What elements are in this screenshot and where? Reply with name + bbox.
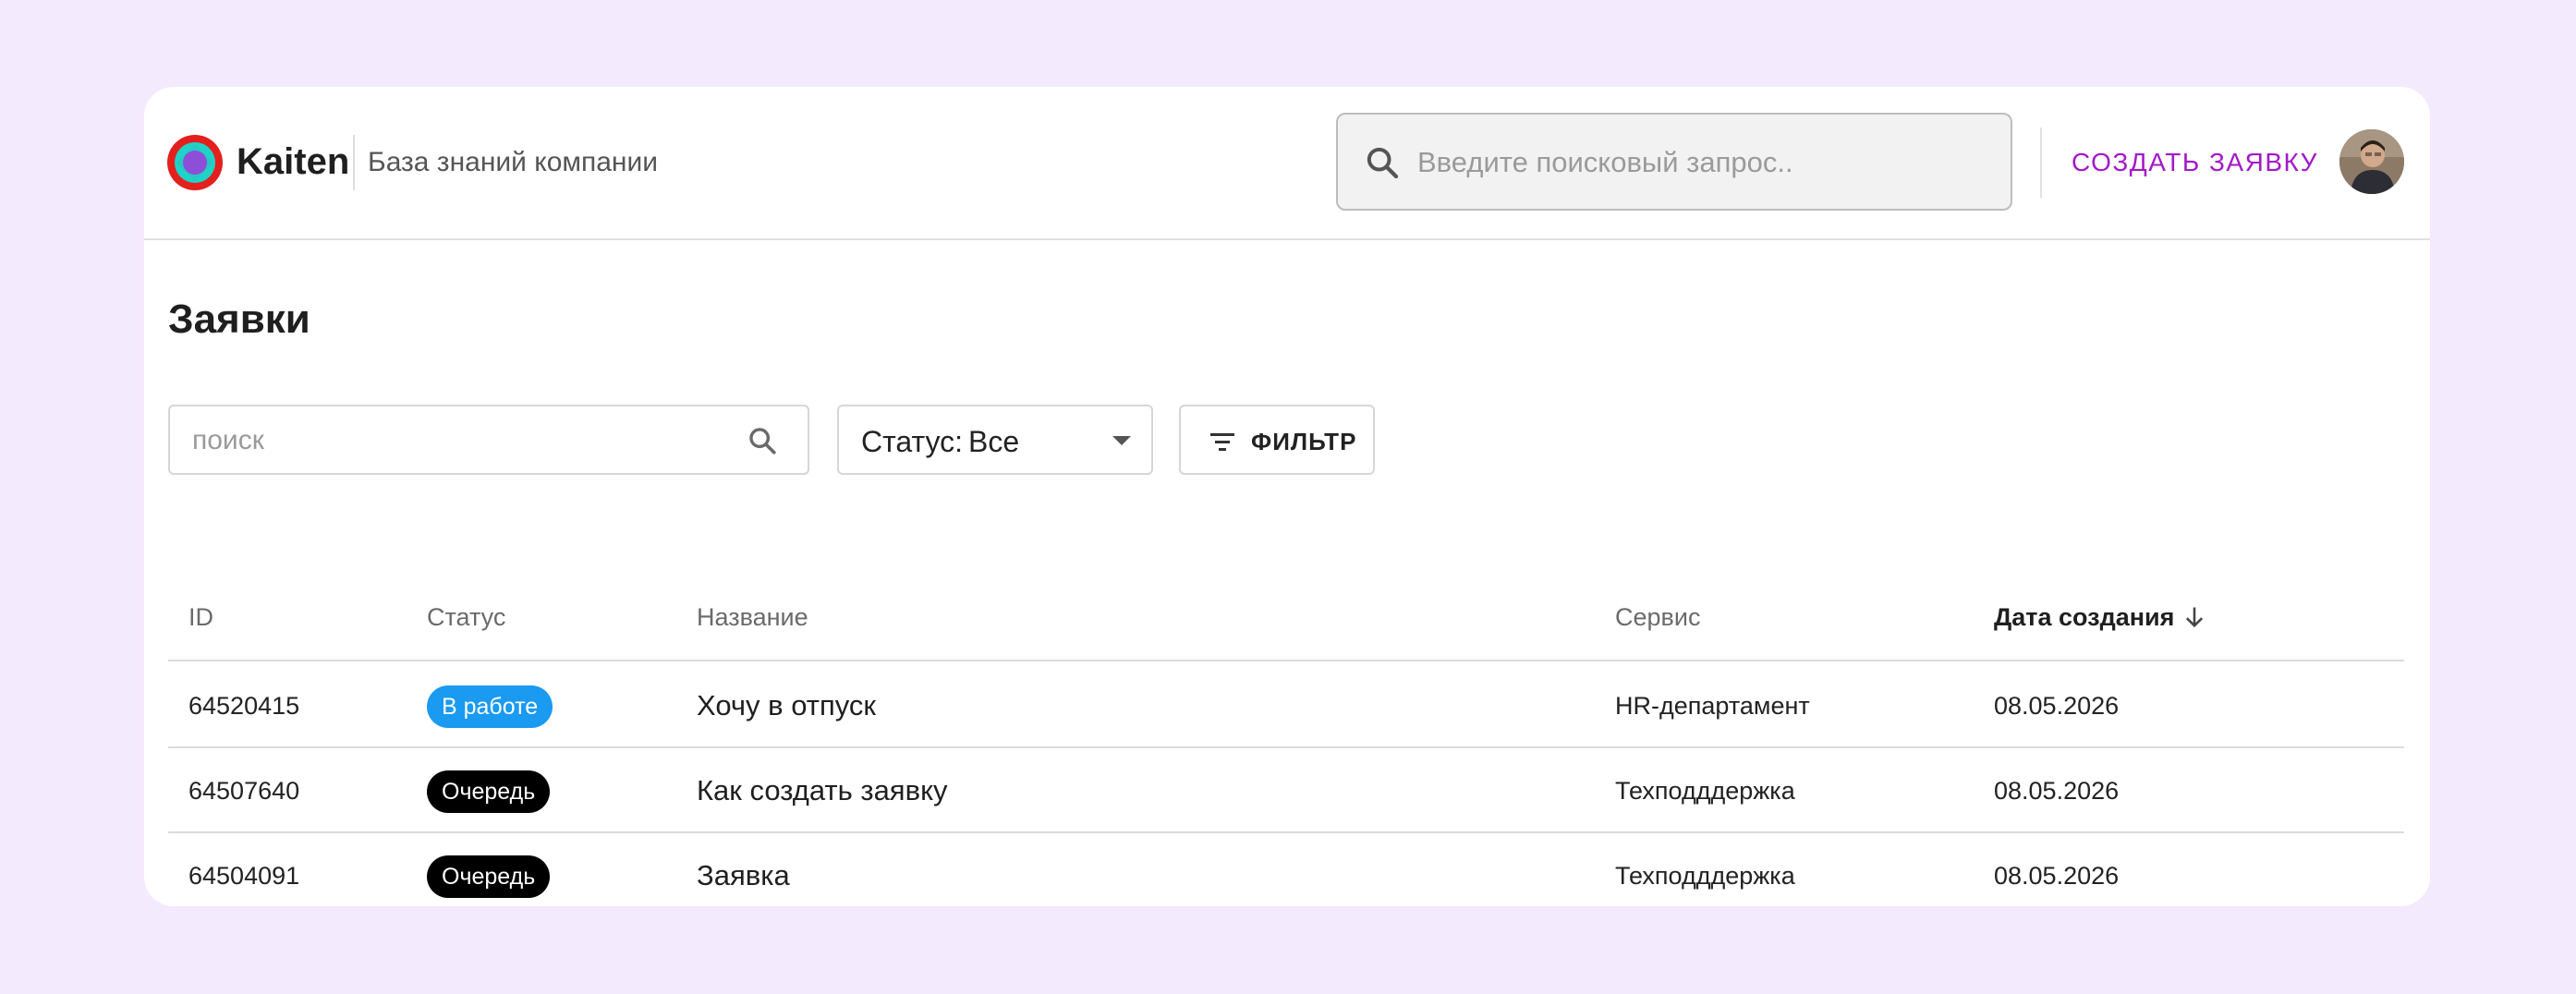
column-header-date[interactable]: Дата создания: [1994, 600, 2207, 634]
header-divider: [2040, 127, 2042, 198]
request-service: Техподддержка: [1615, 862, 1795, 890]
knowledge-base-title[interactable]: База знаний компании: [368, 144, 658, 181]
column-header-status[interactable]: Статус: [427, 600, 505, 634]
request-service: Техподддержка: [1615, 777, 1795, 805]
column-header-id[interactable]: ID: [188, 600, 213, 634]
global-search-input[interactable]: [1417, 137, 1990, 188]
column-header-name[interactable]: Название: [697, 600, 808, 634]
request-id: 64504091: [188, 862, 300, 890]
filter-button-label: ФИЛЬТР: [1251, 428, 1357, 455]
brand-name[interactable]: Kaiten: [237, 139, 349, 185]
search-icon: [1367, 147, 1399, 179]
filter-button[interactable]: ФИЛЬТР: [1179, 405, 1375, 475]
column-header-service[interactable]: Сервис: [1615, 600, 1700, 634]
request-name[interactable]: Как создать заявку: [697, 774, 947, 807]
arrow-down-icon[interactable]: [2181, 604, 2207, 630]
main-card: Kaiten База знаний компании СОЗДАТЬ ЗАЯВ…: [144, 87, 2430, 906]
request-name[interactable]: Хочу в отпуск: [697, 689, 876, 722]
user-avatar[interactable]: [2339, 129, 2404, 194]
table-row[interactable]: 64520415 В работе Хочу в отпуск HR-депар…: [168, 663, 2404, 748]
table-row[interactable]: 64507640 Очередь Как создать заявку Техп…: [168, 748, 2404, 833]
table-search-input[interactable]: [192, 419, 710, 462]
request-name[interactable]: Заявка: [697, 859, 790, 892]
caret-down-icon: [1112, 436, 1131, 445]
table-header: ID Статус Название Сервис Дата создания: [168, 580, 2404, 661]
avatar-image: [2339, 129, 2404, 194]
table-row[interactable]: 64504091 Очередь Заявка Техподддержка 08…: [168, 833, 2404, 906]
create-request-button[interactable]: СОЗДАТЬ ЗАЯВКУ: [2053, 133, 2337, 192]
top-header: Kaiten База знаний компании СОЗДАТЬ ЗАЯВ…: [144, 87, 2430, 240]
status-badge: Очередь: [427, 855, 551, 898]
status-badge: Очередь: [427, 770, 551, 813]
table-search[interactable]: [168, 405, 809, 475]
request-date: 08.05.2026: [1994, 862, 2120, 890]
brand-divider: [353, 135, 355, 190]
status-select-value: Все: [968, 425, 1020, 458]
global-search[interactable]: [1336, 113, 2012, 211]
kaiten-logo-icon[interactable]: [166, 134, 224, 191]
filter-icon: [1210, 433, 1234, 451]
request-date: 08.05.2026: [1994, 777, 2120, 805]
page-title: Заявки: [168, 297, 310, 342]
request-service: HR-департамент: [1615, 692, 1810, 720]
request-id: 64520415: [188, 692, 300, 720]
request-id: 64507640: [188, 777, 300, 805]
column-header-date-label: Дата создания: [1994, 603, 2175, 631]
status-select-label: Статус:: [861, 425, 964, 458]
status-select[interactable]: Статус: Все: [837, 405, 1153, 475]
request-date: 08.05.2026: [1994, 692, 2120, 720]
search-icon[interactable]: [747, 425, 778, 456]
status-badge: В работе: [427, 685, 553, 728]
